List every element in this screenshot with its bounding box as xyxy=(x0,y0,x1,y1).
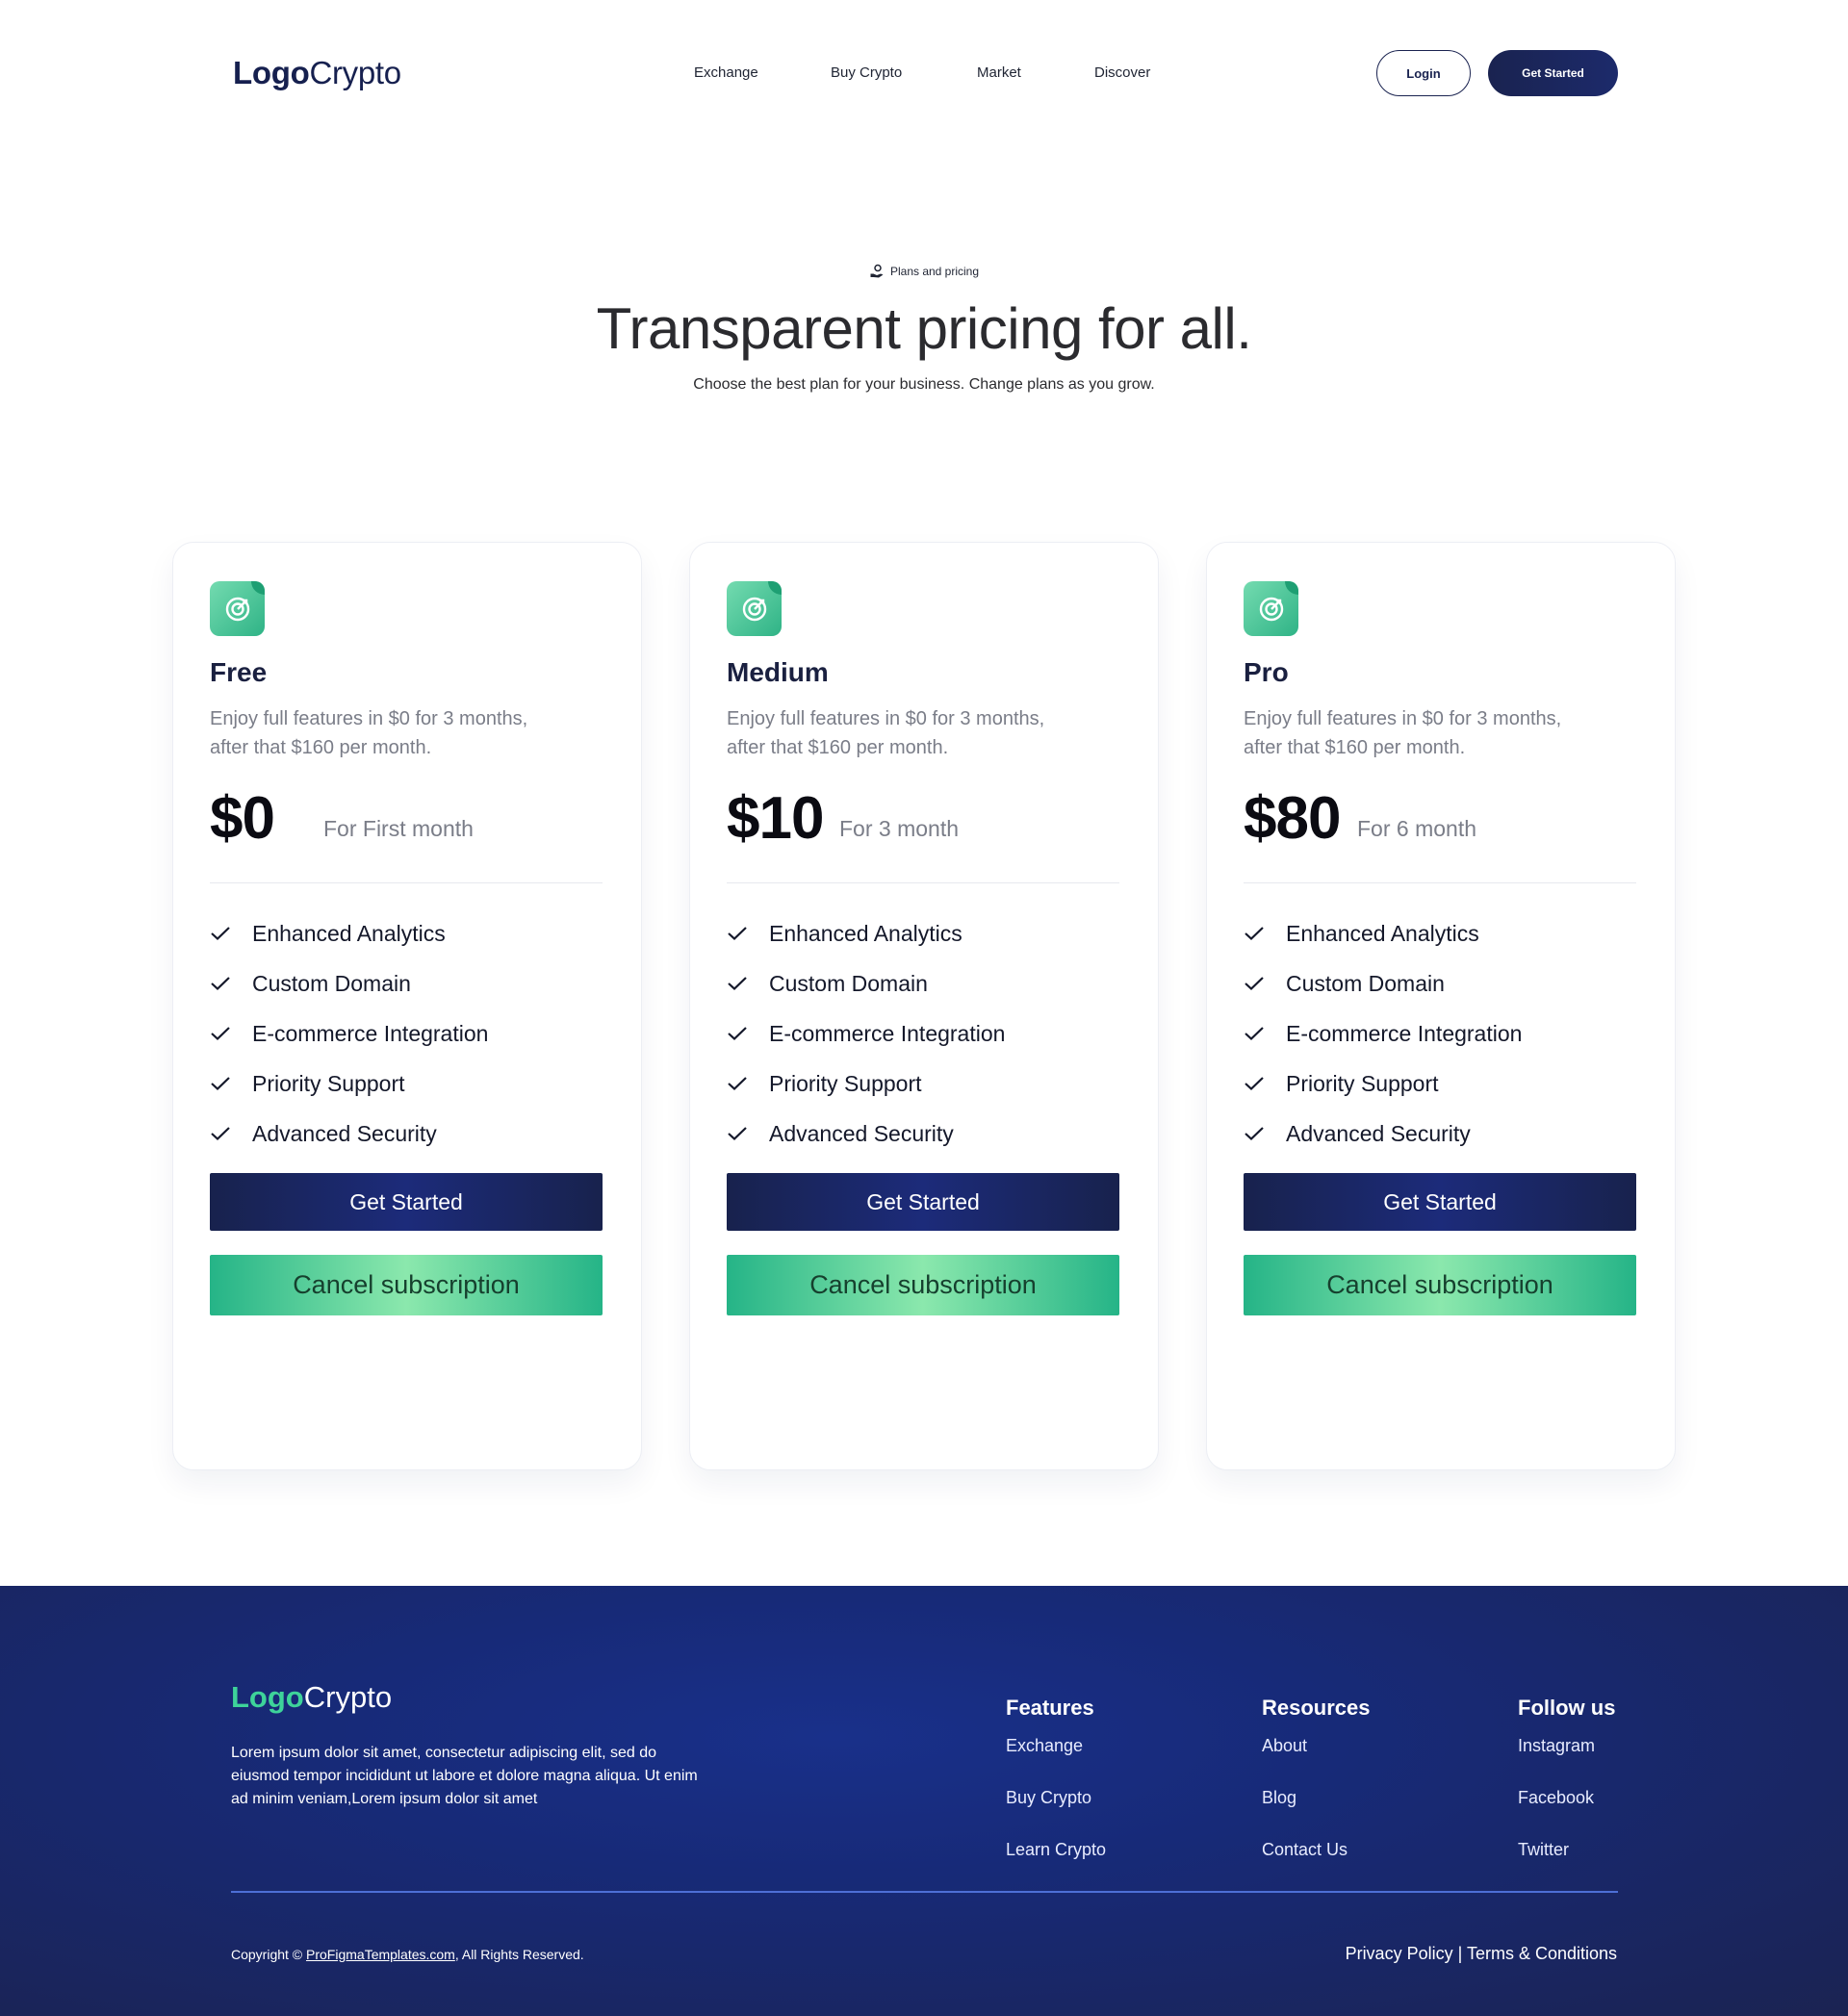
check-icon xyxy=(727,1026,752,1041)
cancel-subscription-button[interactable]: Cancel subscription xyxy=(1244,1255,1636,1315)
feature-item: Priority Support xyxy=(727,1059,1119,1109)
feature-item: Custom Domain xyxy=(727,958,1119,1008)
plan-period: For 3 month xyxy=(839,816,959,841)
footer-column-follow-us: Follow us Instagram Facebook Twitter xyxy=(1518,1694,1615,1890)
plan-name: Pro xyxy=(1244,657,1289,687)
check-icon xyxy=(1244,926,1269,941)
copyright-site-link[interactable]: ProFigmaTemplates.com xyxy=(306,1947,455,1962)
pricing-tag: Plans and pricing xyxy=(0,264,1848,279)
divider xyxy=(727,882,1119,883)
check-icon xyxy=(727,1076,752,1091)
feature-item: Advanced Security xyxy=(727,1109,1119,1159)
legal-links[interactable]: Privacy Policy | Terms & Conditions xyxy=(1346,1942,1617,1965)
feature-item: E-commerce Integration xyxy=(210,1008,603,1059)
plan-period: For First month xyxy=(323,816,474,841)
check-icon xyxy=(727,976,752,991)
get-started-button[interactable]: Get Started xyxy=(727,1173,1119,1231)
plan-price: $10 xyxy=(727,785,824,852)
check-icon xyxy=(1244,1076,1269,1091)
feature-item: E-commerce Integration xyxy=(1244,1008,1636,1059)
feature-list: Enhanced Analytics Custom Domain E-comme… xyxy=(1244,908,1636,1159)
footer-link-contact-us[interactable]: Contact Us xyxy=(1262,1838,1371,1861)
pricing-tag-label: Plans and pricing xyxy=(889,265,980,278)
copyright: Copyright © ProFigmaTemplates.com, All R… xyxy=(231,1947,584,1962)
feature-item: Enhanced Analytics xyxy=(210,908,603,958)
plan-period: For 6 month xyxy=(1357,816,1476,841)
feature-list: Enhanced Analytics Custom Domain E-comme… xyxy=(210,908,603,1159)
footer-link-twitter[interactable]: Twitter xyxy=(1518,1838,1615,1861)
feature-item: Custom Domain xyxy=(210,958,603,1008)
check-icon xyxy=(210,1126,235,1141)
site-header: LogoCrypto Exchange Buy Crypto Market Di… xyxy=(0,0,1848,144)
plan-name: Medium xyxy=(727,657,829,687)
check-icon xyxy=(210,1076,235,1091)
site-footer: LogoCrypto Lorem ipsum dolor sit amet, c… xyxy=(0,1586,1848,2016)
feature-item: Priority Support xyxy=(1244,1059,1636,1109)
feature-item: E-commerce Integration xyxy=(727,1008,1119,1059)
footer-link-about[interactable]: About xyxy=(1262,1734,1371,1757)
header-get-started-button[interactable]: Get Started xyxy=(1488,50,1618,96)
plan-description: Enjoy full features in $0 for 3 months, … xyxy=(727,708,1045,758)
footer-link-blog[interactable]: Blog xyxy=(1262,1786,1371,1809)
footer-link-learn-crypto[interactable]: Learn Crypto xyxy=(1006,1838,1106,1861)
page-title: Transparent pricing for all. xyxy=(596,296,1252,361)
get-started-button[interactable]: Get Started xyxy=(1244,1173,1636,1231)
plan-price: $80 xyxy=(1244,785,1341,852)
feature-item: Advanced Security xyxy=(1244,1109,1636,1159)
plan-card-pro: Pro Enjoy full features in $0 for 3 mont… xyxy=(1206,542,1676,1470)
nav-exchange[interactable]: Exchange xyxy=(694,62,758,85)
target-icon xyxy=(210,581,265,636)
footer-link-facebook[interactable]: Facebook xyxy=(1518,1786,1615,1809)
page-subtitle: Choose the best plan for your business. … xyxy=(693,376,1155,393)
divider xyxy=(1244,882,1636,883)
plan-description: Enjoy full features in $0 for 3 months, … xyxy=(1244,708,1562,758)
footer-link-exchange[interactable]: Exchange xyxy=(1006,1734,1106,1757)
footer-link-instagram[interactable]: Instagram xyxy=(1518,1734,1615,1757)
plan-card-medium: Medium Enjoy full features in $0 for 3 m… xyxy=(689,542,1159,1470)
target-icon xyxy=(727,581,782,636)
plan-card-free: Free Enjoy full features in $0 for 3 mon… xyxy=(172,542,642,1470)
footer-column-resources: Resources About Blog Contact Us xyxy=(1262,1694,1371,1890)
nav-market[interactable]: Market xyxy=(977,62,1021,85)
feature-item: Priority Support xyxy=(210,1059,603,1109)
plan-name: Free xyxy=(210,657,268,687)
plan-price: $0 xyxy=(210,785,275,852)
check-icon xyxy=(727,1126,752,1141)
cancel-subscription-button[interactable]: Cancel subscription xyxy=(727,1255,1119,1315)
check-icon xyxy=(1244,1026,1269,1041)
target-icon xyxy=(1244,581,1298,636)
footer-column-title: Follow us xyxy=(1518,1696,1616,1720)
plan-description: Enjoy full features in $0 for 3 months, … xyxy=(210,708,528,758)
feature-item: Advanced Security xyxy=(210,1109,603,1159)
check-icon xyxy=(1244,1126,1269,1141)
check-icon xyxy=(727,926,752,941)
check-icon xyxy=(210,1026,235,1041)
footer-column-title: Resources xyxy=(1262,1696,1371,1720)
check-icon xyxy=(210,926,235,941)
footer-column-features: Features Exchange Buy Crypto Learn Crypt… xyxy=(1006,1694,1106,1890)
footer-divider xyxy=(231,1891,1618,1893)
feature-item: Enhanced Analytics xyxy=(1244,908,1636,958)
feature-item: Enhanced Analytics xyxy=(727,908,1119,958)
feature-item: Custom Domain xyxy=(1244,958,1636,1008)
footer-about-text: Lorem ipsum dolor sit amet, consectetur … xyxy=(231,1745,698,1807)
check-icon xyxy=(210,976,235,991)
cancel-subscription-button[interactable]: Cancel subscription xyxy=(210,1255,603,1315)
divider xyxy=(210,882,603,883)
hand-coin-icon xyxy=(869,264,885,279)
feature-list: Enhanced Analytics Custom Domain E-comme… xyxy=(727,908,1119,1159)
nav-buy-crypto[interactable]: Buy Crypto xyxy=(831,62,902,85)
get-started-button[interactable]: Get Started xyxy=(210,1173,603,1231)
login-button[interactable]: Login xyxy=(1376,50,1471,96)
check-icon xyxy=(1244,976,1269,991)
footer-column-title: Features xyxy=(1006,1696,1094,1720)
footer-logo[interactable]: LogoCrypto xyxy=(231,1678,392,1717)
nav-discover[interactable]: Discover xyxy=(1094,62,1150,85)
footer-link-buy-crypto[interactable]: Buy Crypto xyxy=(1006,1786,1106,1809)
